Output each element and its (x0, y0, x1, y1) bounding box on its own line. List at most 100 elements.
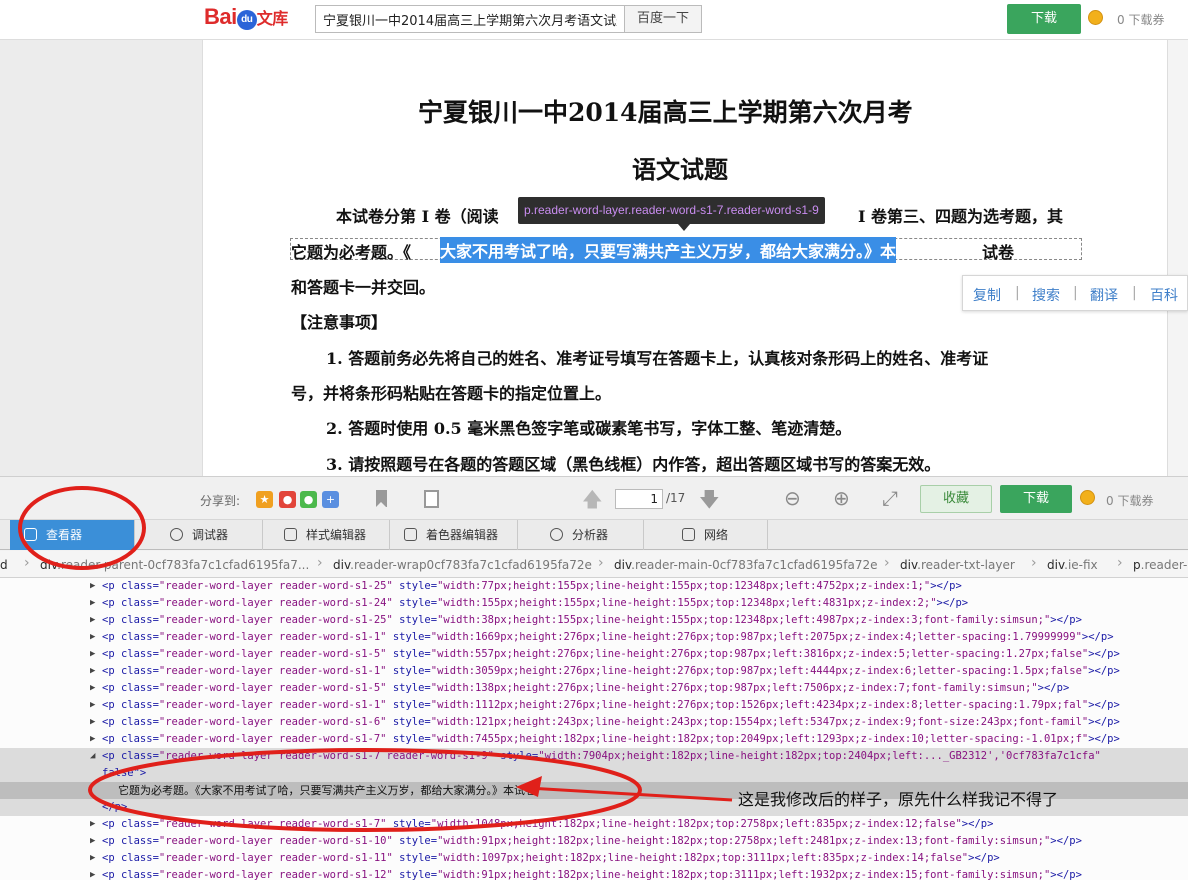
style-value: width:3059px;height:276px;line-height:27… (437, 665, 1082, 677)
markup-line[interactable]: ▶ <p class="reader-word-layer reader-word… (0, 833, 1188, 850)
tab-inspector[interactable]: 查看器 (10, 520, 135, 550)
expand-triangle-icon[interactable]: ▶ (90, 663, 95, 680)
coupon-count: 0 下载券 (1106, 494, 1154, 508)
tab-debugger[interactable]: 调试器 (156, 520, 263, 550)
breadcrumb-tag: div (333, 558, 351, 572)
fullscreen-icon[interactable]: ⤢ (882, 486, 898, 510)
document-icon[interactable] (424, 490, 439, 508)
expand-triangle-icon[interactable]: ▶ (90, 697, 95, 714)
markup-line[interactable]: ▶ <p class="reader-word-layer reader-word… (0, 663, 1188, 680)
selected-text[interactable]: 大家不用考试了哈，只要写满共产主义万岁，都给大家满分。》本 (440, 237, 897, 263)
coin-icon (1088, 10, 1103, 25)
markup-line[interactable]: ▶ <p class="reader-word-layer reader-word… (0, 680, 1188, 697)
doc-line-7: 2. 答题时使用 0.5 毫米黑色签字笔或碳素笔书写，字体工整、笔迹清楚。 (326, 419, 852, 438)
zoom-out-icon[interactable]: ⊖ (784, 486, 801, 510)
network-icon (682, 528, 695, 541)
more-share-icon[interactable]: + (322, 491, 339, 508)
search-button[interactable]: 百度一下 (624, 5, 702, 33)
breadcrumb: d › div.reader-parent-0cf783fa7c1cfad6195f… (0, 551, 1188, 578)
debugger-icon (170, 528, 183, 541)
raw-markup[interactable]: 它题为必考题。《大家不用考试了哈，只要写满共产主义万岁，都给大家满分。》本试卷 (118, 784, 536, 797)
page-down-icon[interactable]: 🡇 (699, 485, 720, 519)
breadcrumb-item[interactable]: div.reader-parent-0cf783fa7c1cfad6195fa7… (40, 558, 309, 572)
favorite-button[interactable]: 收藏 (920, 485, 992, 513)
tooltip-arrow (678, 224, 690, 231)
expand-triangle-icon[interactable]: ▶ (90, 850, 95, 867)
search-input[interactable] (315, 5, 625, 33)
markup-element: <p class="reader-word-layer reader-word-… (102, 869, 1082, 880)
markup-line[interactable]: ▶ <p class="reader-word-layer reader-word… (0, 629, 1188, 646)
doc-section-heading: 【注意事项】 (291, 313, 388, 332)
markup-line[interactable]: ▶ <p class="reader-word-layer reader-word… (0, 697, 1188, 714)
expand-triangle-icon[interactable]: ▶ (90, 714, 95, 731)
weibo-share-icon[interactable]: ● (279, 491, 296, 508)
doc-line-6: 号，并将条形码粘贴在答题卡的指定位置上。 (291, 384, 612, 403)
breadcrumb-separator: › (24, 555, 30, 571)
expand-triangle-icon[interactable]: ▶ (90, 629, 95, 646)
breadcrumb-item[interactable]: div.reader-main-0cf783fa7c1cfad6195fa72e (614, 558, 878, 572)
breadcrumb-separator: › (598, 555, 604, 571)
breadcrumb-item[interactable]: div.reader-txt-layer (900, 558, 1015, 572)
expand-triangle-icon[interactable]: ▶ (90, 731, 95, 748)
expand-triangle-icon[interactable]: ▶ (90, 646, 95, 663)
breadcrumb-separator: › (884, 555, 890, 571)
breadcrumb-item[interactable]: div.ie-fix (1047, 558, 1098, 572)
class-value: reader-word-layer reader-word-s1-24 (165, 597, 387, 609)
expand-triangle-icon[interactable]: ▶ (90, 612, 95, 629)
tab-shader-editor[interactable]: 着色器编辑器 (390, 520, 518, 550)
raw-markup: false"> (102, 767, 147, 779)
markup-line[interactable]: ▶ <p class="reader-word-layer reader-word… (0, 714, 1188, 731)
markup-line[interactable]: ▶ <p class="reader-word-layer reader-word… (0, 867, 1188, 880)
download-button-bottom[interactable]: 下载 (1000, 485, 1072, 513)
expand-triangle-icon[interactable]: ▶ (90, 867, 95, 880)
expand-triangle-icon[interactable]: ▶ (90, 578, 95, 595)
markup-line[interactable]: false"> (0, 765, 1188, 782)
class-value: reader-word-layer reader-word-s1-7 (165, 733, 381, 745)
qzone-share-icon[interactable]: ★ (256, 491, 273, 508)
search-menu-item[interactable]: 搜索 (1032, 285, 1060, 305)
markup-line[interactable]: ▶ <p class="reader-word-layer reader-word… (0, 578, 1188, 595)
download-button-top[interactable]: 下载 (1007, 4, 1081, 34)
tab-label: 着色器编辑器 (426, 528, 499, 542)
style-value: width:1048px;height:182px;line-height:18… (437, 818, 956, 830)
tab-network[interactable]: 网络 (668, 520, 768, 550)
tab-style-editor[interactable]: 样式编辑器 (270, 520, 390, 550)
baidu-wenku-logo[interactable]: Bai du 文库 (204, 4, 288, 30)
wechat-share-icon[interactable]: ● (300, 491, 317, 508)
class-value: reader-word-layer reader-word-s1-1 (165, 631, 381, 643)
copy-menu-item[interactable]: 复制 (973, 285, 1001, 305)
class-value: reader-word-layer reader-word-s1-7 reade… (165, 750, 488, 762)
expand-triangle-icon[interactable]: ▶ (90, 680, 95, 697)
inspector-icon (24, 528, 37, 541)
style-value: width:77px;height:155px;line-height:155p… (443, 580, 924, 592)
breadcrumb-item[interactable]: div.reader-wrap0cf783fa7c1cfad6195fa72e (333, 558, 592, 572)
markup-element: <p class="reader-word-layer reader-word-… (102, 631, 1114, 643)
breadcrumb-class: .reader-main-0cf783fa7c1cfad6195fa72e (631, 558, 878, 572)
translate-menu-item[interactable]: 翻译 (1090, 285, 1118, 305)
collapse-triangle-icon[interactable]: ◢ (90, 748, 95, 765)
markup-line[interactable]: ▶ <p class="reader-word-layer reader-word… (0, 612, 1188, 629)
markup-line[interactable]: ▶ <p class="reader-word-layer reader-word… (0, 816, 1188, 833)
markup-line[interactable]: ▶ <p class="reader-word-layer reader-word… (0, 731, 1188, 748)
tab-profiler[interactable]: 分析器 (536, 520, 644, 550)
expand-triangle-icon[interactable]: ▶ (90, 833, 95, 850)
markup-line[interactable]: ◢ <p class="reader-word-layer reader-word… (0, 748, 1188, 765)
breadcrumb-item[interactable]: p.reader-w (1133, 558, 1188, 572)
markup-line[interactable]: ▶ <p class="reader-word-layer reader-word… (0, 595, 1188, 612)
doc-line-2-start: 它题为必考题。《 (291, 243, 412, 262)
breadcrumb-item[interactable]: d (0, 558, 8, 572)
bookmark-icon[interactable] (376, 490, 387, 507)
page-number-input[interactable] (615, 489, 663, 509)
style-value: width:155px;height:155px;line-height:155… (443, 597, 931, 609)
markup-line[interactable]: ▶ <p class="reader-word-layer reader-word… (0, 850, 1188, 867)
page-up-icon[interactable]: 🡅 (582, 485, 603, 519)
style-value: width:38px;height:155px;line-height:155p… (443, 614, 1044, 626)
scrollbar[interactable] (1168, 40, 1188, 476)
markup-line[interactable]: ▶ <p class="reader-word-layer reader-word… (0, 646, 1188, 663)
markup-view: ▶ <p class="reader-word-layer reader-word… (0, 578, 1188, 880)
baike-menu-item[interactable]: 百科 (1150, 285, 1178, 305)
doc-line-5: 1. 答题前务必先将自己的姓名、准考证号填写在答题卡上，认真核对条形码上的姓名、… (326, 349, 989, 368)
zoom-in-icon[interactable]: ⊕ (833, 486, 850, 510)
expand-triangle-icon[interactable]: ▶ (90, 816, 95, 833)
expand-triangle-icon[interactable]: ▶ (90, 595, 95, 612)
